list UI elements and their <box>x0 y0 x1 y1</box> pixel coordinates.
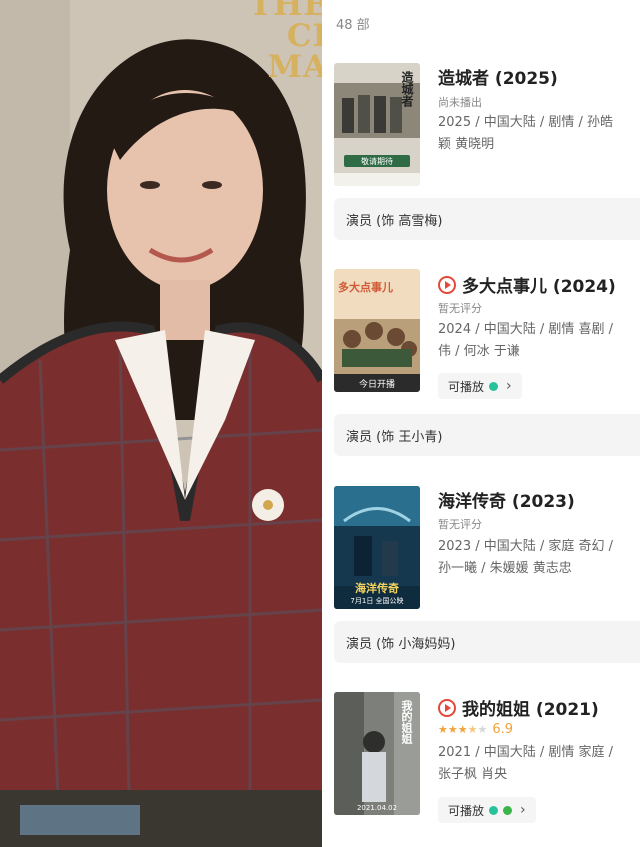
chevron-right-icon: › <box>506 378 512 394</box>
poster-image[interactable]: 造城者 敬请期待 <box>334 63 420 186</box>
item-info: 2021 / 中国大陆 / 剧情 家庭 / 张子枫 肖央 <box>438 745 614 782</box>
star-icon: ★ <box>438 723 448 736</box>
rating-score: 6.9 <box>492 722 514 737</box>
item-title[interactable]: 造城者 (2025) <box>438 64 558 89</box>
poster-image[interactable]: 多大点事儿 今日开播 <box>334 269 420 392</box>
star-icon: ★ <box>447 723 458 736</box>
poster-title: 海洋传奇 <box>355 582 399 595</box>
play-circle-icon[interactable] <box>438 275 456 294</box>
star-icon: ★ <box>457 723 468 736</box>
actress-portrait-photo: THE CI MA <box>0 0 322 847</box>
item-info: 2025 / 中国大陆 / 剧情 / 孙皓 颖 黄晓明 <box>438 115 614 152</box>
item-info: 2023 / 中国大陆 / 家庭 奇幻 / 孙一曦 / 朱媛媛 黄志忠 <box>438 539 614 576</box>
item-rating: ★ ★ ★ ★ ★ 6.9 <box>438 722 513 737</box>
poster-title: 我的姐姐 <box>400 700 413 744</box>
item-info: 2024 / 中国大陆 / 剧情 喜剧 / 伟 / 何冰 于谦 <box>438 322 614 359</box>
item-title[interactable]: 海洋传奇 (2023) <box>438 487 575 512</box>
role-bar[interactable]: 演员 (饰 高雪梅) <box>334 198 640 240</box>
role-bar[interactable]: 演员 (饰 小海妈妈) <box>334 621 640 663</box>
item-status: 暂无评分 <box>438 518 482 531</box>
item-title[interactable]: 我的姐姐 (2021) <box>462 695 599 720</box>
platform-icon <box>489 805 499 815</box>
star-rating: ★ ★ ★ ★ ★ 6.9 <box>438 722 513 737</box>
chevron-right-icon: › <box>520 802 526 818</box>
playable-label: 可播放 <box>448 803 485 818</box>
poster-title: 造城者 <box>400 71 414 107</box>
poster-image[interactable]: 我的姐姐 2021.04.02 <box>334 692 420 815</box>
playable-button[interactable]: 可播放 › <box>438 797 536 823</box>
poster-image[interactable]: 海洋传奇 7月1日 全国公映 <box>334 486 420 609</box>
poster-cta: 今日开播 <box>358 380 395 390</box>
star-icon: ★ <box>467 723 478 736</box>
item-status: 暂无评分 <box>438 302 482 315</box>
poster-cta: 7月1日 全国公映 <box>350 597 404 605</box>
background-poster-text: THE CI MA <box>249 0 322 85</box>
star-icon: ★ <box>477 723 488 736</box>
play-circle-icon[interactable] <box>438 698 456 717</box>
item-title[interactable]: 多大点事儿 (2024) <box>462 272 616 297</box>
item-status: 尚未播出 <box>438 96 482 109</box>
works-count: 48 部 <box>336 18 370 33</box>
poster-title: 多大点事儿 <box>338 281 393 294</box>
filmography-list: 48 部 造城者 敬请期待 造城者 (2025) 尚未播出 2025 / 中国大… <box>322 0 640 847</box>
poster-cta: 2021.04.02 <box>356 804 398 812</box>
role-bar[interactable]: 演员 (饰 王小青) <box>334 414 640 456</box>
portrait-illustration <box>0 0 322 847</box>
platform-icon <box>503 805 513 815</box>
playable-label: 可播放 <box>448 379 485 394</box>
playable-button[interactable]: 可播放 › <box>438 373 522 399</box>
platform-icon <box>489 381 499 391</box>
poster-cta: 敬请期待 <box>361 157 393 166</box>
